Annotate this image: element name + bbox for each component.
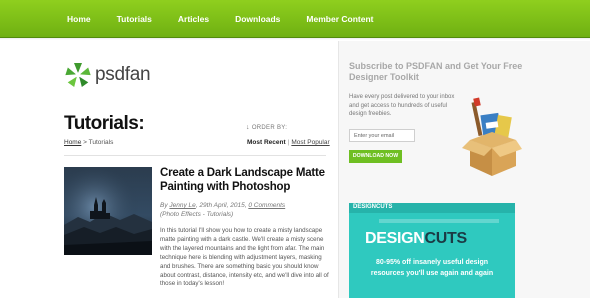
breadcrumb-current: Tutorials — [88, 139, 114, 146]
order-by-options: Most Recent | Most Popular — [247, 139, 330, 146]
toolkit-box-icon — [462, 97, 522, 176]
meta-category: (Photo Effects - Tutorials) — [160, 211, 234, 218]
post-title[interactable]: Create a Dark Landscape Matte Painting w… — [160, 166, 330, 194]
order-by-label: ↓ ORDER BY: — [246, 124, 287, 131]
meta-by: By — [160, 202, 168, 209]
ad-small-logo: DESIGNCUTS — [353, 204, 393, 210]
site-logo[interactable]: psdfan — [64, 61, 151, 89]
download-now-button[interactable]: DOWNLOAD NOW — [349, 150, 402, 163]
order-by-text: ORDER BY: — [251, 125, 288, 131]
nav-articles[interactable]: Articles — [178, 14, 209, 24]
ad-tagline-2: resources you'll use again and again — [370, 270, 494, 277]
ad-decor-bar — [379, 219, 499, 223]
subscribe-description: Have every post delivered to your inbox … — [349, 94, 455, 117]
order-most-recent[interactable]: Most Recent — [247, 139, 286, 146]
content-divider — [64, 155, 326, 156]
castle-landscape-image — [64, 167, 152, 255]
post-thumbnail[interactable] — [64, 167, 152, 255]
logo-text: psdfan — [95, 64, 151, 85]
post-excerpt: In this tutorial I'll show you how to cr… — [160, 227, 329, 288]
ad-headline-design: DESIGN — [365, 230, 425, 247]
ad-tagline-1: 80-95% off insanely useful design — [375, 259, 489, 266]
down-arrow-icon: ↓ — [246, 124, 250, 131]
main-nav: Home Tutorials Articles Downloads Member… — [67, 0, 399, 38]
nav-tutorials[interactable]: Tutorials — [117, 14, 152, 24]
ad-headline: DESIGNCUTS — [365, 230, 467, 248]
order-most-popular[interactable]: Most Popular — [291, 139, 329, 146]
subscribe-title: Subscribe to PSDFAN and Get Your Free De… — [349, 61, 523, 82]
page-title: Tutorials: — [64, 113, 145, 134]
leaf-flower-icon — [65, 63, 91, 88]
post-meta: By Jenny Le, 29th April, 2015, 0 Comment… — [160, 201, 285, 219]
email-input[interactable] — [349, 129, 415, 142]
top-navigation-bar: Home Tutorials Articles Downloads Member… — [0, 0, 590, 40]
breadcrumb-separator: > — [81, 139, 89, 146]
nav-member-content[interactable]: Member Content — [306, 14, 373, 24]
nav-home[interactable]: Home — [67, 14, 91, 24]
meta-comments-link[interactable]: 0 Comments — [248, 202, 285, 209]
ad-headline-cuts: CUTS — [424, 230, 468, 247]
meta-author-link[interactable]: Jenny Le — [169, 202, 195, 209]
nav-downloads[interactable]: Downloads — [235, 14, 280, 24]
designcuts-ad-banner[interactable]: DESIGNCUTS DESIGNCUTS 80-95% off insanel… — [349, 203, 515, 298]
breadcrumb-home-link[interactable]: Home — [64, 139, 81, 146]
breadcrumb: Home > Tutorials — [64, 139, 113, 146]
meta-date: , 29th April, 2015, — [195, 202, 247, 209]
order-separator: | — [287, 139, 290, 146]
